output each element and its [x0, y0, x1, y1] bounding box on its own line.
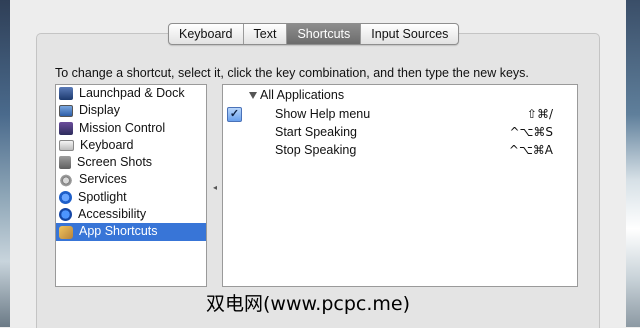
category-list[interactable]: Launchpad & Dock Display Mission Control… [55, 84, 207, 287]
shortcut-keys[interactable]: ^⌥⌘A [509, 141, 553, 159]
shortcut-name: Show Help menu [275, 107, 371, 121]
category-label: Services [79, 172, 127, 187]
shortcut-enabled-checkbox[interactable]: ✓ [227, 107, 242, 122]
desktop-wallpaper-right [626, 0, 640, 327]
tab-shortcuts[interactable]: Shortcuts [287, 24, 362, 44]
mission-control-icon [59, 121, 73, 135]
group-label: All Applications [260, 88, 345, 102]
spotlight-icon [59, 190, 72, 204]
category-accessibility[interactable]: Accessibility [56, 206, 206, 223]
category-label: Screen Shots [77, 155, 153, 170]
desktop-wallpaper-left [0, 0, 10, 327]
shortcut-row[interactable]: ✓ Show Help menu ⇧⌘/ [223, 105, 577, 123]
services-icon [59, 173, 73, 187]
tab-text[interactable]: Text [244, 24, 288, 44]
category-label: Mission Control [79, 120, 166, 135]
shortcut-row[interactable]: Stop Speaking ^⌥⌘A [223, 141, 577, 159]
keyboard-icon [59, 140, 74, 152]
accessibility-icon [59, 208, 72, 222]
category-label: Accessibility [78, 207, 147, 222]
app-shortcuts-icon [59, 225, 73, 239]
category-label: App Shortcuts [79, 224, 158, 239]
tab-keyboard[interactable]: Keyboard [169, 24, 244, 44]
disclosure-triangle-icon[interactable] [249, 91, 257, 99]
shortcut-row[interactable]: Start Speaking ^⌥⌘S [223, 123, 577, 141]
category-display[interactable]: Display [56, 102, 206, 119]
category-keyboard[interactable]: Keyboard [56, 137, 206, 154]
shortcut-keys[interactable]: ^⌥⌘S [510, 123, 554, 141]
tab-bar: Keyboard Text Shortcuts Input Sources [168, 23, 460, 45]
launchpad-icon [59, 87, 73, 101]
category-spotlight[interactable]: Spotlight [56, 189, 206, 206]
category-mission-control[interactable]: Mission Control [56, 120, 206, 137]
split-view-handle[interactable]: ◂ [213, 183, 217, 192]
category-app-shortcuts[interactable]: App Shortcuts [56, 223, 206, 241]
shortcut-keys[interactable]: ⇧⌘/ [527, 105, 553, 123]
screenshots-icon [59, 156, 71, 170]
display-icon [59, 104, 73, 117]
category-screen-shots[interactable]: Screen Shots [56, 154, 206, 171]
category-label: Keyboard [80, 137, 134, 152]
all-applications-group[interactable]: All Applications [249, 88, 344, 102]
shortcut-name: Start Speaking [275, 125, 357, 139]
category-label: Display [79, 103, 120, 118]
shortcuts-list[interactable]: All Applications ✓ Show Help menu ⇧⌘/ St… [222, 84, 578, 287]
tab-input-sources[interactable]: Input Sources [361, 24, 458, 44]
category-services[interactable]: Services [56, 171, 206, 188]
instruction-text: To change a shortcut, select it, click t… [55, 66, 529, 80]
keyboard-preferences-window: Keyboard Text Shortcuts Input Sources To… [10, 0, 626, 328]
category-label: Launchpad & Dock [79, 86, 185, 100]
shortcut-name: Stop Speaking [275, 143, 357, 157]
category-launchpad-dock[interactable]: Launchpad & Dock [56, 85, 206, 102]
watermark-text: 双电网(www.pcpc.me) [206, 293, 410, 315]
category-label: Spotlight [78, 189, 127, 204]
